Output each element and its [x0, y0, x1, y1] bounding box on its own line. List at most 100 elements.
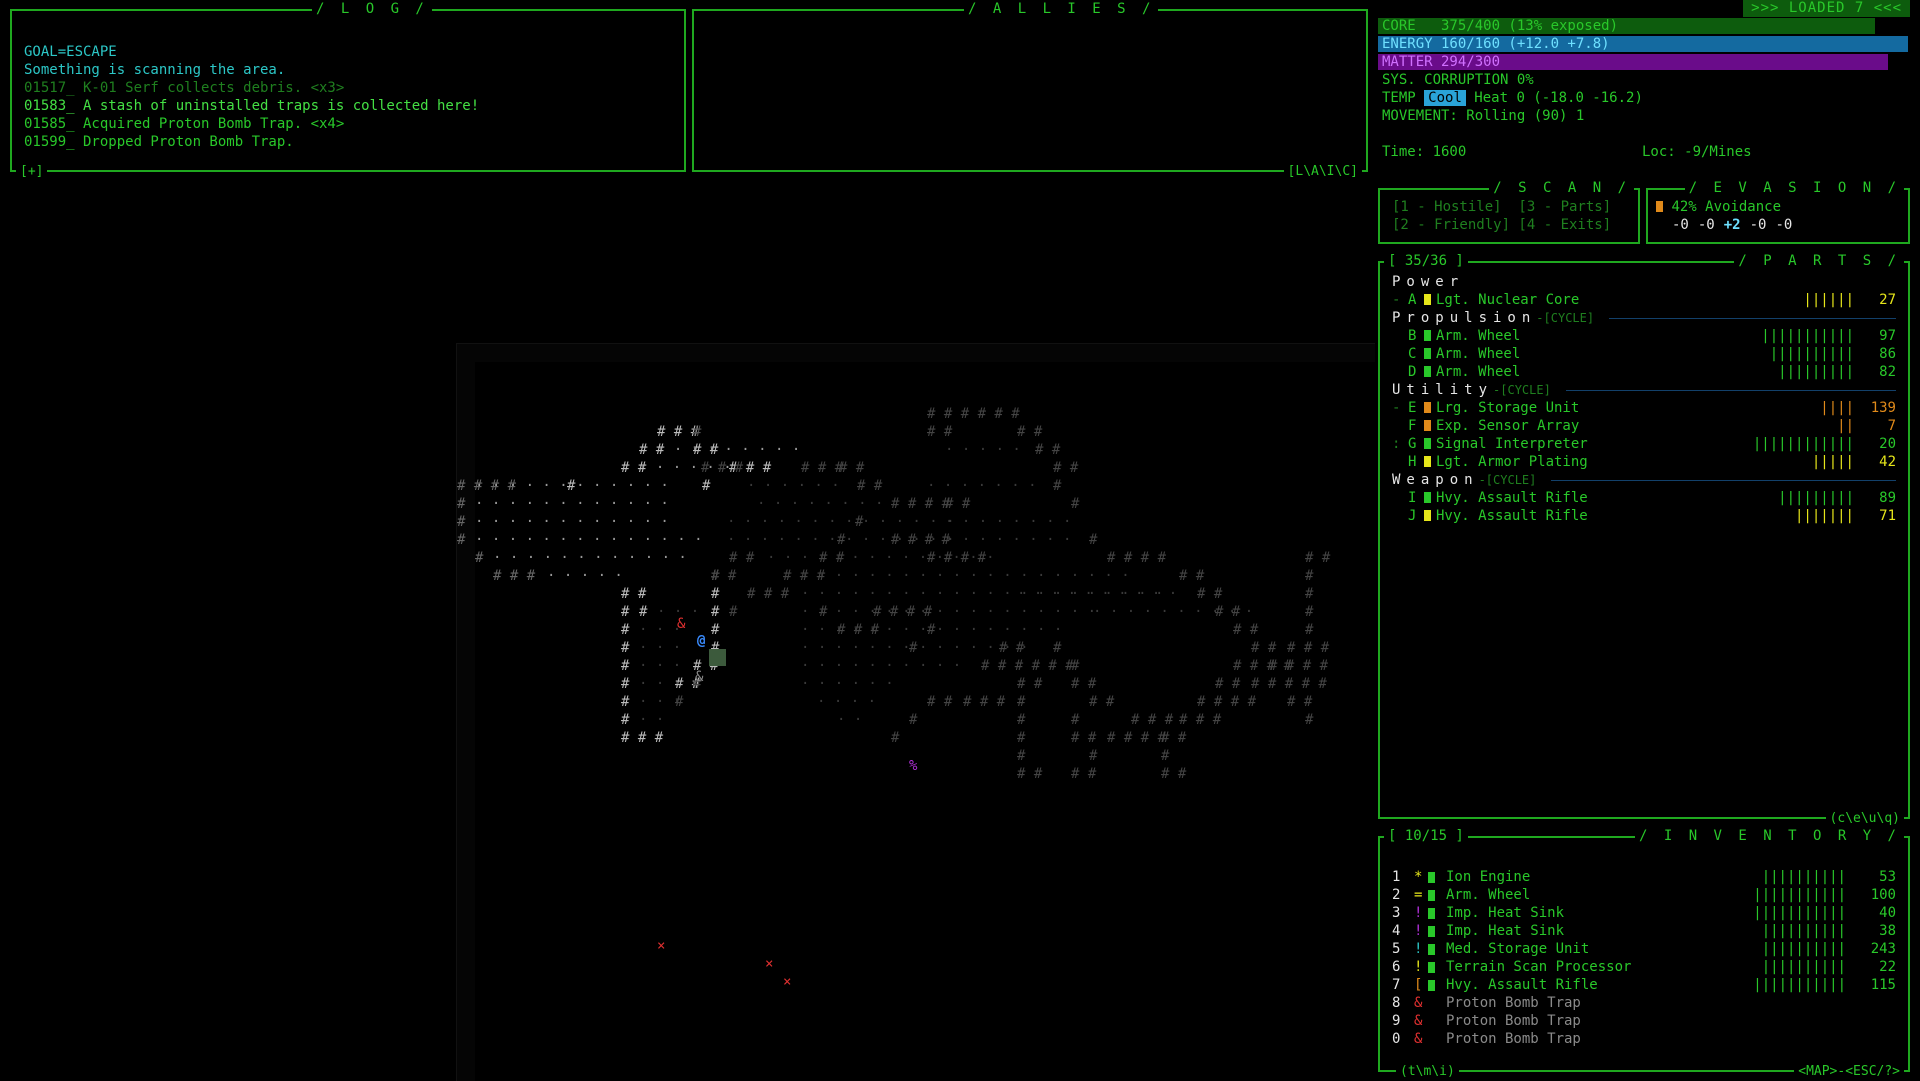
part-row[interactable]: D Arm. Wheel ||||||||| 82: [1392, 363, 1896, 381]
wall-tile: # #: [729, 550, 755, 566]
item-type-glyph: !: [1414, 941, 1423, 957]
selected-tile-cursor[interactable]: [709, 649, 726, 666]
menu-shortcuts[interactable]: <MAP>-<ESC/?>: [1794, 1064, 1904, 1080]
trap-marker[interactable]: &: [677, 616, 685, 632]
integrity-value: 20: [1879, 436, 1896, 452]
part-slot: -A: [1392, 291, 1431, 309]
floor-tiles: · · · · · · · · · · · · · ·: [727, 532, 955, 548]
floor-tiles: · · · · · ·: [747, 478, 840, 494]
floor-tiles: · ·: [639, 712, 665, 728]
inventory-row[interactable]: 4! Imp. Heat Sink |||||||||| 38: [1392, 922, 1896, 940]
integrity-bars: ||||: [1820, 400, 1854, 416]
wall-tile: # # # #: [1197, 694, 1257, 710]
inventory-row[interactable]: 7 [Hvy. Assault Rifle ||||||||||| 115: [1392, 976, 1896, 994]
wall-tile: # #: [1089, 694, 1115, 710]
part-name: Hvy. Assault Rifle: [1436, 508, 1588, 524]
wall-tile: #: [621, 694, 630, 710]
part-row[interactable]: : G Signal Interpreter |||||||||||| 20: [1392, 435, 1896, 453]
wall-tile: #: [693, 424, 702, 440]
wall-tile: #: [1017, 730, 1026, 746]
wall-tile: # # # #: [891, 496, 951, 512]
integrity-value: 7: [1887, 418, 1896, 434]
wall-tile: # #: [857, 478, 883, 494]
scan-options-row1[interactable]: [1 - Hostile] [3 - Parts]: [1392, 198, 1611, 216]
hostile-marker[interactable]: ×: [783, 974, 791, 990]
trap-marker-dim[interactable]: &: [695, 669, 703, 685]
integrity-value: 86: [1879, 346, 1896, 362]
wall-tile: #: [1305, 586, 1314, 602]
wall-tile: # #: [621, 586, 647, 602]
part-name: Lgt. Armor Plating: [1436, 454, 1588, 470]
wall-tile: #: [621, 676, 630, 692]
inventory-row[interactable]: 0 & Proton Bomb Trap: [1392, 1030, 1896, 1048]
integrity-value: 27: [1879, 292, 1896, 308]
part-row[interactable]: B Arm. Wheel ||||||||||| 97: [1392, 327, 1896, 345]
log-line: GOAL=ESCAPE: [24, 44, 117, 60]
wall-tile: #: [1071, 658, 1080, 674]
part-row[interactable]: J Hvy. Assault Rifle ||||||| 71: [1392, 507, 1896, 525]
inventory-row[interactable]: 5! Med. Storage Unit |||||||||| 243: [1392, 940, 1896, 958]
floor-tiles: · · · · · · · · · · · · · ·: [767, 550, 995, 566]
cycle-button[interactable]: -[CYCLE]: [1479, 473, 1537, 487]
allies-panel: / A L L I E S / [L\A\I\C]: [692, 1, 1368, 180]
item-integrity-value: 53: [1879, 869, 1896, 885]
parts-title: / P A R T S /: [1734, 253, 1904, 269]
inventory-row[interactable]: 8 & Proton Bomb Trap: [1392, 994, 1896, 1012]
allies-mode-toggle[interactable]: [L\A\I\C]: [1283, 164, 1362, 180]
category-rule: [1609, 318, 1896, 319]
hostile-marker[interactable]: ×: [765, 956, 773, 972]
part-name: Arm. Wheel: [1436, 364, 1521, 380]
part-row[interactable]: F Exp. Sensor Array || 7: [1392, 417, 1896, 435]
log-line: 01585_ Acquired Proton Bomb Trap. <x4>: [24, 116, 345, 132]
inventory-row[interactable]: 1 * Ion Engine |||||||||| 53: [1392, 868, 1896, 886]
inventory-index: 6: [1392, 959, 1401, 975]
log-line: 01599_ Dropped Proton Bomb Trap.: [24, 134, 294, 150]
parts-count: [ 35/36 ]: [1384, 253, 1468, 269]
parts-category: Weapon-[CYCLE]: [1392, 471, 1896, 489]
floor-tiles: · · · · · · · · · · · · · ·: [727, 514, 955, 530]
inventory-row[interactable]: 3! Imp. Heat Sink ||||||||||| 40: [1392, 904, 1896, 922]
part-slot-letter: J: [1408, 508, 1417, 524]
item-on-floor[interactable]: %: [909, 758, 917, 774]
scan-options-row2[interactable]: [2 - Friendly] [4 - Exits]: [1392, 216, 1611, 234]
part-row[interactable]: - A Lgt. Nuclear Core |||||| 27: [1392, 291, 1896, 309]
parts-actions[interactable]: (c\e\u\q): [1825, 811, 1904, 827]
wall-tile: # #: [1035, 442, 1061, 458]
evasion-modifier: -0: [1672, 217, 1689, 233]
log-expand-button[interactable]: [+]: [16, 164, 48, 180]
floor-tiles: · · · · · · · · · · · ·: [493, 550, 687, 566]
integrity-bars: |||||||: [1794, 508, 1854, 524]
inventory-actions[interactable]: (t\m\i): [1396, 1064, 1459, 1080]
floor-tiles: · · · · · ·: [801, 676, 894, 692]
cycle-button[interactable]: -[CYCLE]: [1536, 311, 1594, 325]
item-integrity-bars: |||||||||||: [1753, 977, 1846, 993]
part-slot: F: [1392, 417, 1431, 435]
part-row[interactable]: I Hvy. Assault Rifle ||||||||| 89: [1392, 489, 1896, 507]
inventory-row[interactable]: 2 = Arm. Wheel ||||||||||| 100: [1392, 886, 1896, 904]
wall-tile: #: [1053, 640, 1062, 656]
item-type-glyph: *: [1414, 869, 1423, 885]
part-row[interactable]: H Lgt. Armor Plating ||||| 42: [1392, 453, 1896, 471]
inventory-panel: [ 10/15 ] / I N V E N T O R Y / 1 * Ion En…: [1378, 828, 1910, 1080]
item-type-glyph: !: [1414, 923, 1423, 939]
energy-readout: ENERGY 160/160 (+12.0 +7.8): [1382, 36, 1610, 52]
part-slot-letter: A: [1408, 292, 1417, 308]
wall-tile: # #: [1017, 766, 1043, 782]
part-name: Hvy. Assault Rifle: [1436, 490, 1588, 506]
player-robot[interactable]: @: [697, 633, 705, 649]
part-row[interactable]: C Arm. Wheel |||||||||| 86: [1392, 345, 1896, 363]
avoidance-label: 42% Avoidance: [1671, 199, 1782, 215]
integrity-bars: |||||||||||: [1761, 328, 1854, 344]
part-row[interactable]: - E Lrg. Storage Unit |||| 139: [1392, 399, 1896, 417]
item-integrity-bars: |||||||||||: [1753, 905, 1846, 921]
inventory-row[interactable]: 9 & Proton Bomb Trap: [1392, 1012, 1896, 1030]
inventory-row[interactable]: 6! Terrain Scan Processor |||||||||| 22: [1392, 958, 1896, 976]
temp-label: TEMP: [1382, 90, 1425, 106]
cycle-button[interactable]: -[CYCLE]: [1493, 383, 1551, 397]
inventory-count: [ 10/15 ]: [1384, 828, 1468, 844]
category-rule: [1551, 480, 1896, 481]
scan-panel: / S C A N / [1 - Hostile] [3 - Parts] [2…: [1378, 180, 1640, 244]
item-status-swatch: [1428, 908, 1435, 919]
map-viewport[interactable]: # # # # # # # # # # # # # # # # # # # # # # # # # # #…: [456, 343, 1375, 1081]
hostile-marker[interactable]: ×: [657, 938, 665, 954]
